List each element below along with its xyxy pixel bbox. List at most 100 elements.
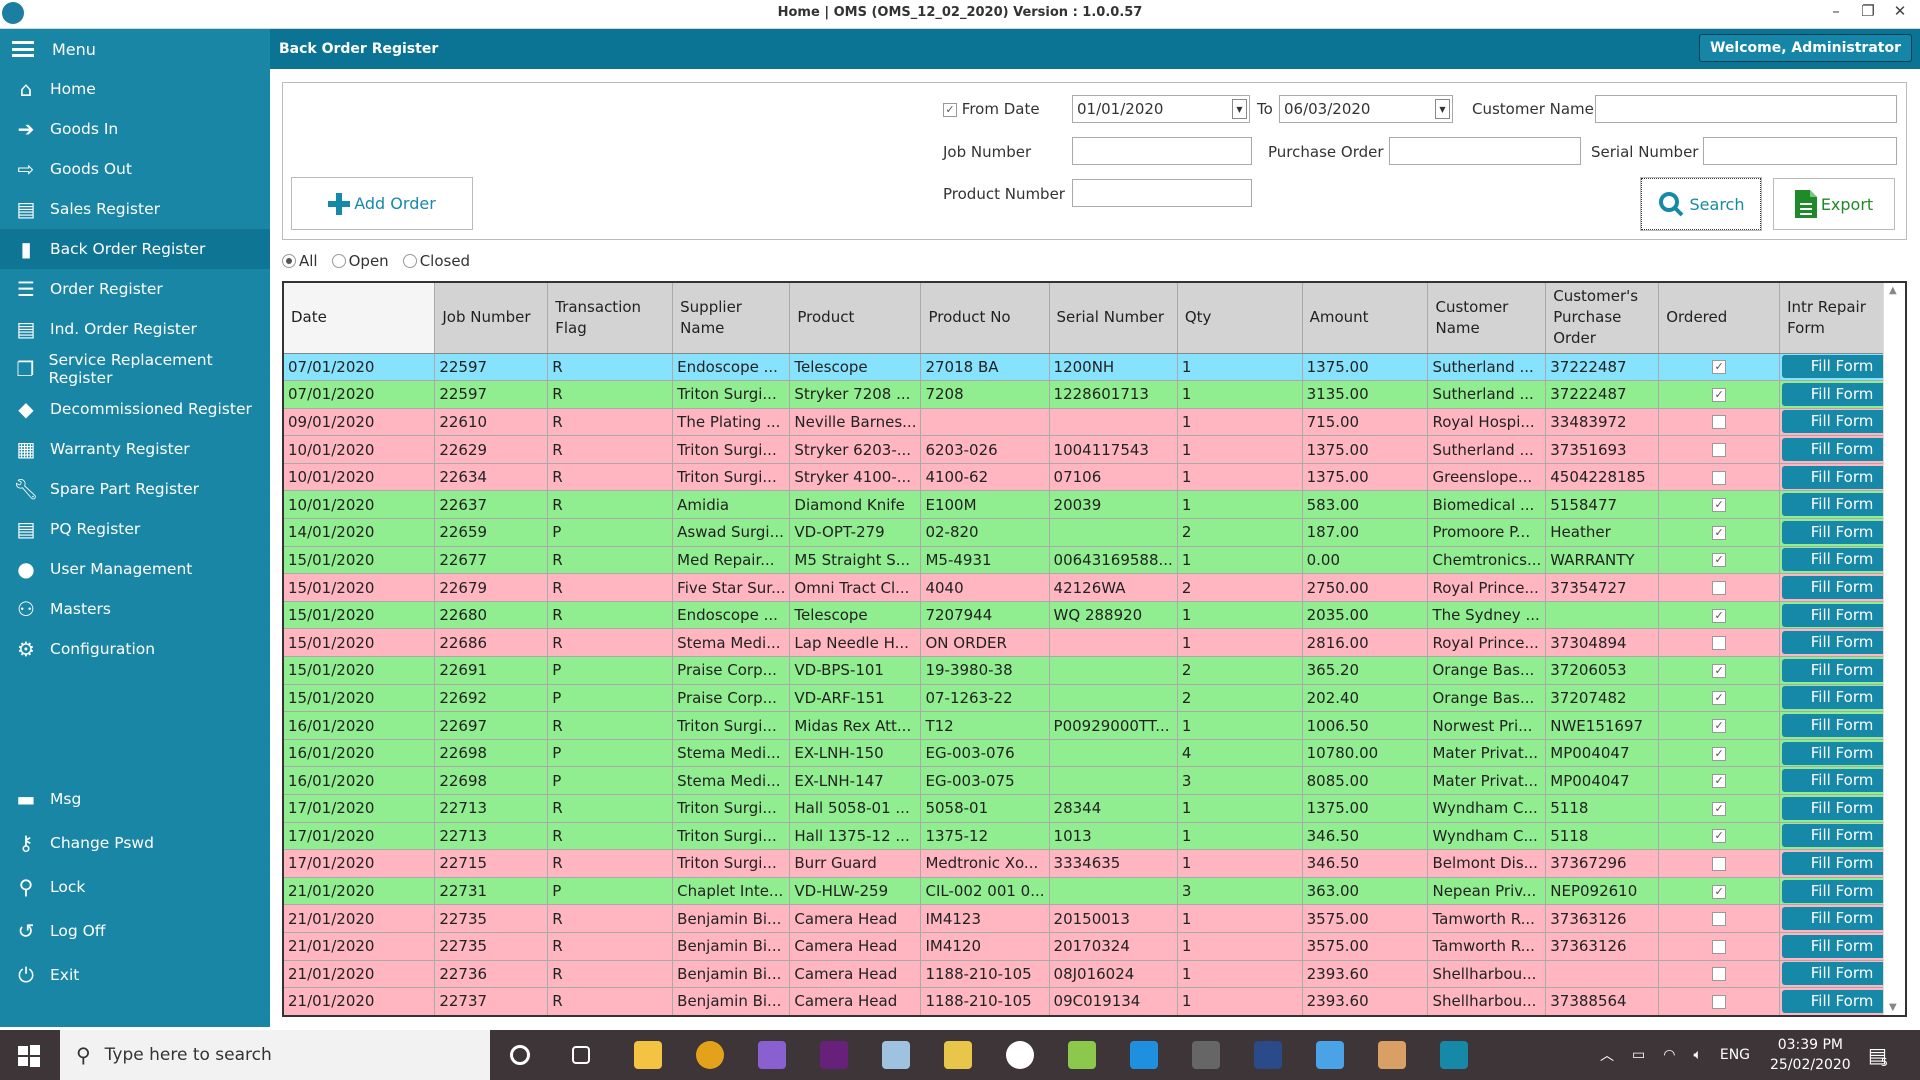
radio-dot[interactable] (282, 254, 296, 268)
table-row[interactable]: 10/01/2020 22629 R Triton Surgi... Stryker 6… (284, 435, 1905, 464)
table-row[interactable]: 16/01/2020 22697 R Triton Surgi... Midas Rex… (284, 711, 1905, 740)
export-button[interactable]: Export (1773, 178, 1895, 230)
column-header[interactable]: Supplier Name (672, 283, 791, 354)
ordered-checkbox[interactable]: ✓ (1712, 884, 1727, 899)
table-row[interactable]: 15/01/2020 22677 R Med Repair... M5 Straight… (284, 546, 1905, 575)
notification-center-button[interactable]: ▤ 5 (1868, 1030, 1888, 1080)
ordered-checkbox[interactable] (1712, 443, 1727, 458)
table-row[interactable]: 21/01/2020 22735 R Benjamin Bi... Camera Hea… (284, 904, 1905, 933)
chrome-icon[interactable] (696, 1041, 724, 1069)
battery-icon[interactable]: ▭ (1632, 1047, 1645, 1063)
volume-icon[interactable]: 🔈︎ (1693, 1047, 1701, 1063)
ordered-checkbox[interactable]: ✓ (1712, 498, 1727, 513)
sidebar-item-exit[interactable]: ⏻ Exit (0, 953, 270, 997)
ordered-checkbox[interactable] (1712, 994, 1727, 1009)
table-row[interactable]: 17/01/2020 22713 R Triton Surgi... Hall 1375… (284, 822, 1905, 851)
sidebar-item-home[interactable]: ⌂ Home (0, 69, 270, 109)
ordered-checkbox[interactable] (1712, 470, 1727, 485)
toolbox-icon[interactable] (944, 1041, 972, 1069)
ordered-checkbox[interactable]: ✓ (1712, 746, 1727, 761)
table-row[interactable]: 21/01/2020 22736 R Benjamin Bi... Camera Hea… (284, 960, 1905, 989)
sidebar-item-ind-order-register[interactable]: ▤ Ind. Order Register (0, 309, 270, 349)
word-app-icon[interactable] (1254, 1041, 1282, 1069)
table-row[interactable]: 14/01/2020 22659 P Aswad Surgi... VD-OPT-279… (284, 518, 1905, 547)
slack-icon[interactable] (1006, 1041, 1034, 1069)
sidebar-item-log-off[interactable]: ↺ Log Off (0, 909, 270, 953)
minimize-button[interactable]: – (1822, 2, 1850, 20)
column-header[interactable]: Job Number (434, 283, 549, 354)
product-number-input[interactable] (1072, 179, 1252, 207)
column-header[interactable]: Ordered (1658, 283, 1781, 354)
table-row[interactable]: 16/01/2020 22698 P Stema Medi... EX-LNH-150 E… (284, 739, 1905, 768)
visual-studio-2-icon[interactable] (820, 1041, 848, 1069)
control-panel-icon[interactable] (1316, 1041, 1344, 1069)
column-header[interactable]: Amount (1302, 283, 1429, 354)
sidebar-item-spare-part-register[interactable]: 🔧︎ Spare Part Register (0, 469, 270, 509)
column-header[interactable]: Customer Name (1427, 283, 1547, 354)
vscode-icon[interactable] (1130, 1041, 1158, 1069)
from-date-toggle[interactable]: ✓ From Date (943, 100, 1040, 118)
table-row[interactable]: 15/01/2020 22680 R Endoscope ... Telescope 72… (284, 601, 1905, 630)
table-row[interactable]: 15/01/2020 22692 P Praise Corp... VD-ARF-151… (284, 684, 1905, 713)
column-header[interactable]: Qty (1177, 283, 1303, 354)
table-row[interactable]: 07/01/2020 22597 R Triton Surgi... Stryker 7… (284, 380, 1905, 409)
add-order-button[interactable]: Add Order (291, 177, 473, 230)
sidebar-item-masters[interactable]: ⚇ Masters (0, 589, 270, 629)
clock[interactable]: 03:39 PM 25/02/2020 (1770, 1030, 1851, 1080)
sidebar-item-service-replacement-register[interactable]: ❐ Service Replacement Register (0, 349, 270, 389)
ordered-checkbox[interactable] (1712, 912, 1727, 927)
sidebar-item-pq-register[interactable]: ▤ PQ Register (0, 509, 270, 549)
ordered-checkbox[interactable]: ✓ (1712, 829, 1727, 844)
table-row[interactable]: 16/01/2020 22698 P Stema Medi... EX-LNH-147 E… (284, 766, 1905, 795)
sidebar-item-user-management[interactable]: ● User Management (0, 549, 270, 589)
to-date-picker[interactable]: 06/03/2020 ▼ (1279, 95, 1453, 123)
notepad-icon[interactable] (882, 1041, 910, 1069)
table-row[interactable]: 10/01/2020 22637 R Amidia Diamond Knife E100M… (284, 490, 1905, 520)
ordered-checkbox[interactable]: ✓ (1712, 774, 1727, 789)
table-row[interactable]: 21/01/2020 22735 R Benjamin Bi... Camera Hea… (284, 932, 1905, 961)
database-icon[interactable] (1192, 1041, 1220, 1069)
file-explorer-icon[interactable] (634, 1041, 662, 1069)
from-date-picker[interactable]: 01/01/2020 ▼ (1072, 95, 1250, 123)
radio-all[interactable]: All (282, 252, 318, 270)
ordered-checkbox[interactable] (1712, 856, 1727, 871)
table-row[interactable]: 09/01/2020 22610 R The Plating ... Neville B… (284, 408, 1905, 437)
table-row[interactable]: 15/01/2020 22679 R Five Star Sur... Omni Tra… (284, 573, 1905, 602)
search-button[interactable]: Search (1640, 177, 1762, 231)
ordered-checkbox[interactable]: ✓ (1712, 360, 1727, 375)
ordered-checkbox[interactable]: ✓ (1712, 387, 1727, 402)
ordered-checkbox[interactable] (1712, 415, 1727, 430)
sidebar-item-order-register[interactable]: ☰ Order Register (0, 269, 270, 309)
vertical-scrollbar[interactable]: ▲ ▼ (1883, 283, 1905, 1015)
ordered-checkbox[interactable]: ✓ (1712, 663, 1727, 678)
ordered-checkbox[interactable] (1712, 939, 1727, 954)
from-date-checkbox[interactable]: ✓ (943, 102, 957, 117)
sidebar-item-configuration[interactable]: ⚙ Configuration (0, 629, 270, 669)
close-button[interactable]: ✕ (1886, 2, 1914, 20)
ordered-checkbox[interactable] (1712, 967, 1727, 982)
paint-icon[interactable] (1378, 1041, 1406, 1069)
chevron-down-icon[interactable]: ▼ (1435, 99, 1450, 119)
sidebar-item-decommissioned-register[interactable]: ◆ Decommissioned Register (0, 389, 270, 429)
column-header[interactable]: Date (284, 283, 436, 354)
ordered-checkbox[interactable]: ✓ (1712, 608, 1727, 623)
sidebar-item-goods-in[interactable]: ➔ Goods In (0, 109, 270, 149)
table-row[interactable]: 17/01/2020 22713 R Triton Surgi... Hall 5058… (284, 794, 1905, 823)
restore-button[interactable]: ❐ (1854, 2, 1882, 20)
sidebar-item-lock[interactable]: ⚲ Lock (0, 865, 270, 909)
table-row[interactable]: 07/01/2020 22597 R Endoscope ... Telescope 27… (284, 353, 1905, 382)
taskbar-search-box[interactable]: ⚲ Type here to search (60, 1030, 490, 1080)
purchase-order-input[interactable] (1389, 137, 1581, 165)
column-header[interactable]: Customer's Purchase Order (1545, 283, 1660, 354)
sidebar-item-change-pswd[interactable]: ⚷ Change Pswd (0, 821, 270, 865)
sidebar-item-warranty-register[interactable]: ▦ Warranty Register (0, 429, 270, 469)
column-header[interactable]: Product No (920, 283, 1050, 354)
table-row[interactable]: 10/01/2020 22634 R Triton Surgi... Stryker 4… (284, 463, 1905, 492)
sidebar-item-sales-register[interactable]: ▤ Sales Register (0, 189, 270, 229)
welcome-badge[interactable]: Welcome, Administrator (1698, 34, 1912, 62)
table-row[interactable]: 15/01/2020 22691 P Praise Corp... VD-BPS-101… (284, 656, 1905, 685)
customer-name-input[interactable] (1595, 95, 1897, 123)
cortana-icon[interactable] (510, 1045, 530, 1065)
chevron-down-icon[interactable]: ▼ (1232, 99, 1247, 119)
column-header[interactable]: Serial Number (1049, 283, 1178, 354)
